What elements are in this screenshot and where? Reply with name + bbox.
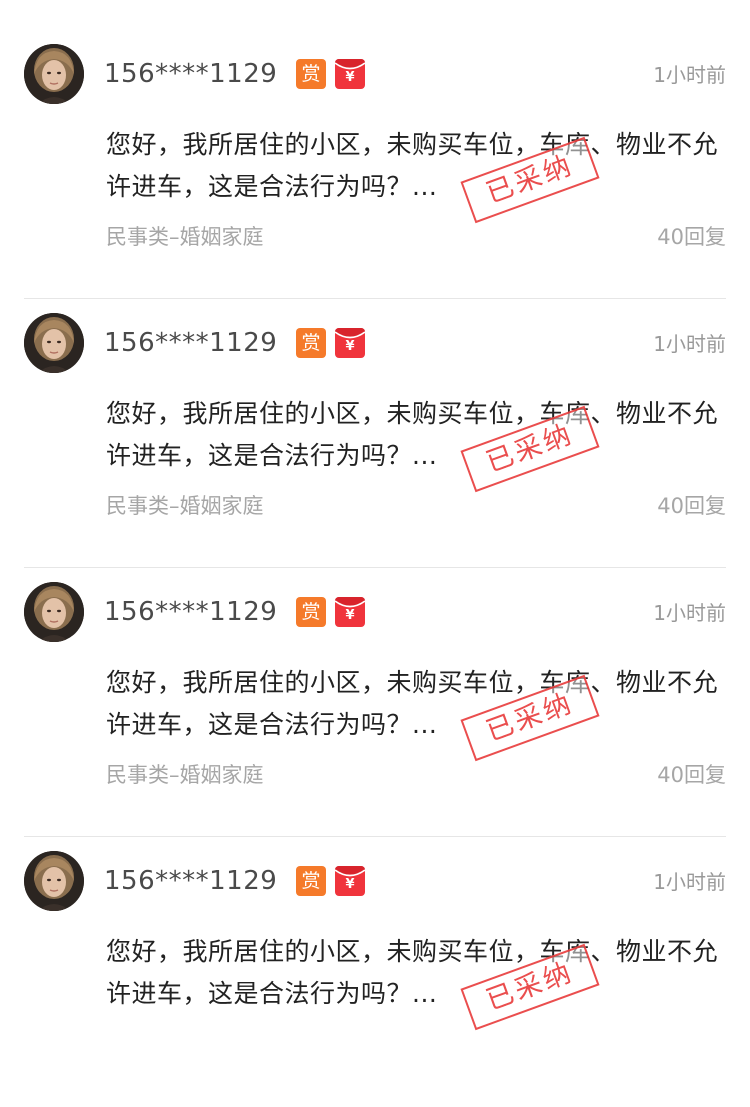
reply-count[interactable]: 40回复 (657, 490, 726, 522)
question-content[interactable]: 您好，我所居住的小区，未购买车位，车库、物业不允许进车，这是合法行为吗？... (106, 662, 726, 746)
red-packet-icon: ¥ (335, 866, 365, 896)
question-content[interactable]: 您好，我所居住的小区，未购买车位，车库、物业不允许进车，这是合法行为吗？... (106, 931, 726, 1015)
reply-count[interactable]: 40回复 (657, 759, 726, 791)
reward-badge-icon: 赏 (296, 597, 326, 627)
post-time: 1小时前 (653, 870, 726, 894)
question-item[interactable]: 156****1129 赏 ¥ 1小时前 您好，我所居住的小区，未购买车位，车库… (0, 570, 750, 838)
item-divider (24, 567, 726, 568)
reward-badge-icon: 赏 (296, 866, 326, 896)
user-avatar[interactable] (24, 582, 84, 642)
avatar-portrait-icon (24, 851, 84, 911)
red-packet-icon: ¥ (335, 59, 365, 89)
question-item[interactable]: 156****1129 赏 ¥ 1小时前 您好，我所居住的小区，未购买车位，车库… (0, 301, 750, 569)
avatar-portrait-icon (24, 44, 84, 104)
username[interactable]: 156****1129 (104, 863, 277, 899)
red-packet-icon: ¥ (335, 328, 365, 358)
user-avatar[interactable] (24, 44, 84, 104)
red-packet-yen-symbol: ¥ (345, 70, 355, 85)
avatar-portrait-icon (24, 313, 84, 373)
avatar-portrait-icon (24, 582, 84, 642)
item-divider (24, 298, 726, 299)
reply-count[interactable]: 40回复 (657, 221, 726, 253)
item-divider (24, 836, 726, 837)
post-time: 1小时前 (653, 63, 726, 87)
reward-badge-icon: 赏 (296, 59, 326, 89)
post-time: 1小时前 (653, 332, 726, 356)
user-avatar[interactable] (24, 313, 84, 373)
red-packet-icon: ¥ (335, 597, 365, 627)
question-category[interactable]: 民事类–婚姻家庭 (106, 759, 264, 791)
username[interactable]: 156****1129 (104, 56, 277, 92)
question-content[interactable]: 您好，我所居住的小区，未购买车位，车库、物业不允许进车，这是合法行为吗？... (106, 124, 726, 208)
post-time: 1小时前 (653, 601, 726, 625)
username[interactable]: 156****1129 (104, 594, 277, 630)
question-category[interactable]: 民事类–婚姻家庭 (106, 221, 264, 253)
question-item[interactable]: 156****1129 赏 ¥ 1小时前 您好，我所居住的小区，未购买车位，车库… (0, 839, 750, 1107)
username[interactable]: 156****1129 (104, 325, 277, 361)
question-item[interactable]: 156****1129 赏 ¥ 1小时前 您好，我所居住的小区，未购买车位，车库… (0, 32, 750, 300)
red-packet-yen-symbol: ¥ (345, 608, 355, 623)
user-avatar[interactable] (24, 851, 84, 911)
reward-badge-icon: 赏 (296, 328, 326, 358)
red-packet-yen-symbol: ¥ (345, 339, 355, 354)
question-content[interactable]: 您好，我所居住的小区，未购买车位，车库、物业不允许进车，这是合法行为吗？... (106, 393, 726, 477)
question-category[interactable]: 民事类–婚姻家庭 (106, 490, 264, 522)
red-packet-yen-symbol: ¥ (345, 877, 355, 892)
